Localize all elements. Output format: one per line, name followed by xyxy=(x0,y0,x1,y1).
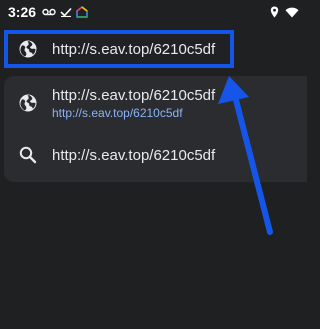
status-icons-left xyxy=(42,6,88,18)
suggestion-title: http://s.eav.top/6210c5df xyxy=(52,146,216,164)
suggestion-item-search[interactable]: http://s.eav.top/6210c5df xyxy=(4,128,307,182)
wifi-icon xyxy=(285,7,299,17)
suggestion-url: http://s.eav.top/6210c5df xyxy=(52,105,183,120)
status-time: 3:26 xyxy=(8,4,37,20)
browser-screen: 3:26 http://s.eav.top/6210c5df http://s.… xyxy=(0,0,307,329)
location-icon xyxy=(270,6,279,18)
suggestion-item-url[interactable]: http://s.eav.top/6210c5df http://s.eav.t… xyxy=(4,76,307,128)
suggestion-title: http://s.eav.top/6210c5df xyxy=(52,86,216,104)
url-bar-text[interactable]: http://s.eav.top/6210c5df xyxy=(52,41,215,58)
globe-icon xyxy=(18,93,38,113)
suggestions-list: http://s.eav.top/6210c5df http://s.eav.t… xyxy=(4,76,307,182)
voicemail-icon xyxy=(42,8,56,16)
url-bar[interactable]: http://s.eav.top/6210c5df xyxy=(4,30,234,68)
status-icons-right xyxy=(270,6,299,18)
check-icon xyxy=(60,7,72,17)
suggestion-texts: http://s.eav.top/6210c5df xyxy=(52,147,215,164)
google-home-icon xyxy=(76,6,88,18)
status-bar: 3:26 xyxy=(0,0,307,24)
search-icon xyxy=(18,145,38,165)
suggestion-texts: http://s.eav.top/6210c5df http://s.eav.t… xyxy=(52,87,215,120)
globe-icon xyxy=(18,39,38,59)
